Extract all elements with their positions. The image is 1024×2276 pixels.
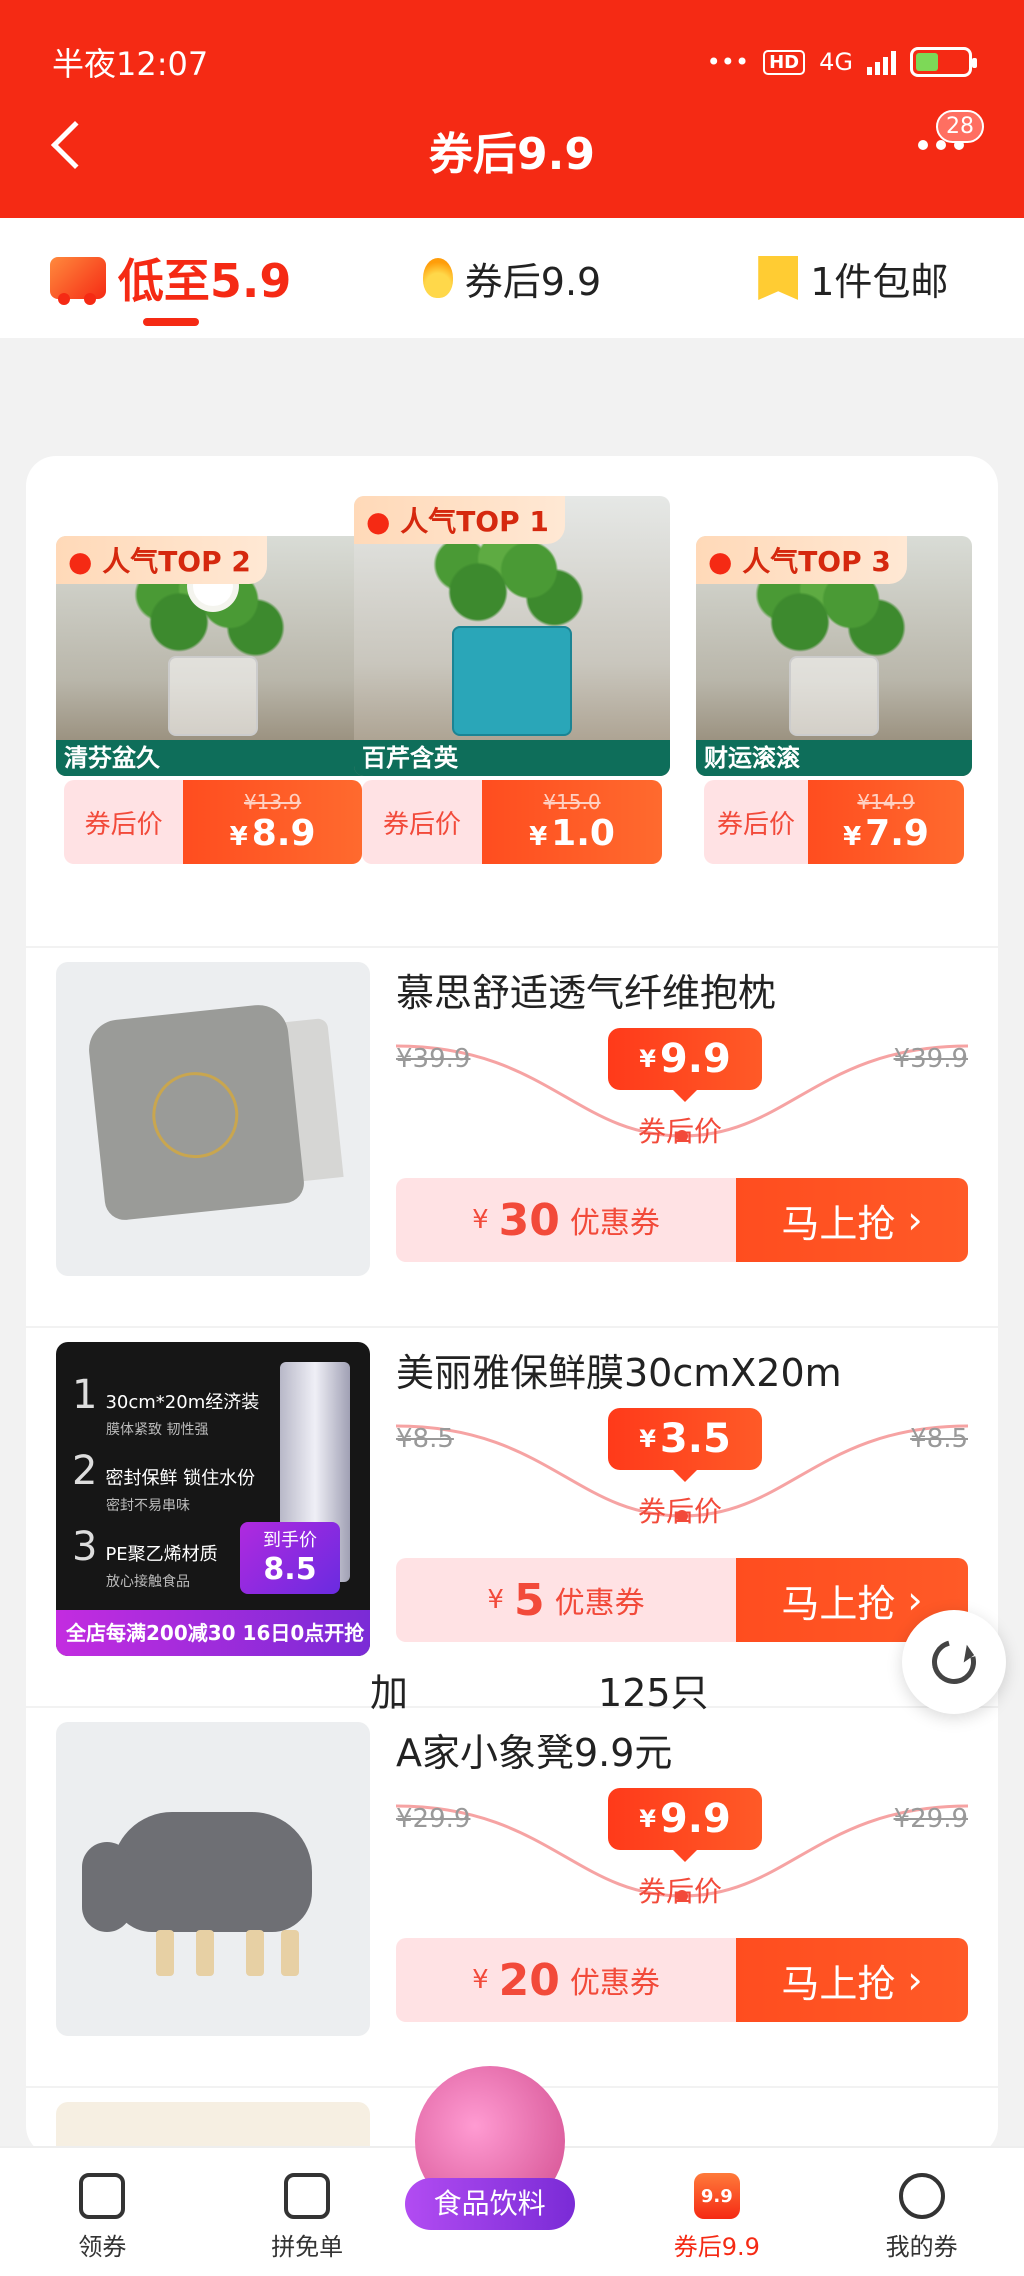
chevron-right-icon: › <box>907 1958 923 2002</box>
chevron-right-icon: › <box>907 1578 923 1622</box>
message-count-badge: 28 <box>936 110 984 143</box>
network-label: 4G <box>819 48 853 76</box>
elephant-stool-image <box>82 1812 312 1932</box>
top-picks: 清芬盆久 ● 人气TOP 2 券后价 ¥13.9 ¥8.9 百芹含英 ● 人气T… <box>26 456 998 906</box>
price-value: ¥13.9 ¥8.9 <box>183 780 362 864</box>
old-price: ¥14.9 <box>857 790 915 814</box>
nav-item-food-drink[interactable]: 食品饮料 <box>404 2066 615 2276</box>
product-title-partial: 加 125只 <box>370 1671 709 1715</box>
coupon-row: ¥5 优惠券 马上抢 › <box>396 1558 968 1642</box>
coupon-row: ¥20 优惠券 马上抢 › <box>396 1938 968 2022</box>
product-name-strip: 清芬盆久 <box>56 740 370 776</box>
product-row[interactable]: A家小象凳9.9元 ¥29.9 ¥29.9 ¥9.9 券后价 ¥20 优惠券 马上… <box>26 1706 998 2086</box>
nav-item-free-order[interactable]: 拼免单 <box>205 2148 410 2276</box>
old-price: ¥13.9 <box>243 790 302 814</box>
hd-icon: HD <box>763 49 806 75</box>
product-image: 1 30cm*20m经济装 膜体紧致 韧性强 2 密封保鲜 锁住水份 密封不易串味 3P… <box>56 1342 370 1656</box>
product-title: 慕思舒适透气纤维抱枕 <box>396 971 777 1015</box>
signal-icon <box>867 49 896 75</box>
promo-bar: 全店每满200减30 16日0点开抢 <box>56 1610 370 1656</box>
chevron-right-icon: › <box>907 1198 923 1242</box>
after-coupon-label: 券后价 <box>64 780 184 864</box>
product-title: A家小象凳9.9元 <box>396 1731 673 1775</box>
tab-label: 1件包邮 <box>810 259 949 304</box>
star-flag-icon <box>758 256 799 300</box>
status-icons: ••• HD 4G <box>706 47 977 77</box>
after-coupon-label: 券后价 <box>704 780 808 864</box>
product-row[interactable]: 1 30cm*20m经济装 膜体紧致 韧性强 2 密封保鲜 锁住水份 密封不易串味 3P… <box>26 1326 998 1706</box>
top-pick-item[interactable]: 清芬盆久 ● 人气TOP 2 券后价 ¥13.9 ¥8.9 <box>56 536 370 906</box>
tab-low-price[interactable]: 低至5.9 <box>0 218 341 338</box>
product-image <box>56 1722 370 2036</box>
tab-label: 券后9.9 <box>464 259 602 304</box>
rank-badge: ● 人气TOP 3 <box>696 536 907 584</box>
coupon-row: ¥30 优惠券 马上抢 › <box>396 1178 968 1262</box>
tab-free-shipping[interactable]: 1件包邮 <box>683 218 1024 338</box>
truck-icon <box>49 257 106 305</box>
flame-icon: ● <box>708 545 733 578</box>
nav-item-coupons[interactable]: 领券 <box>0 2148 205 2276</box>
bottom-nav: 领券 拼免单 食品饮料 9.9 券后9.9 我的券 <box>0 2066 1024 2276</box>
flame-icon: ● <box>366 505 391 538</box>
tab-label: 低至5.9 <box>117 254 292 308</box>
grab-button[interactable]: 马上抢 › <box>736 1178 968 1262</box>
product-card-list: 清芬盆久 ● 人气TOP 2 券后价 ¥13.9 ¥8.9 百芹含英 ● 人气T… <box>26 456 998 2156</box>
price-bubble: ¥9.9 <box>608 1788 762 1862</box>
refresh-icon <box>923 1631 985 1693</box>
status-bar: 半夜12:07 ••• HD 4G <box>52 40 977 84</box>
grab-button[interactable]: 马上抢 › <box>736 1938 968 2022</box>
after-coupon-label: 券后价 <box>362 780 482 864</box>
battery-icon <box>910 47 977 77</box>
after-coupon-label: 券后价 <box>638 1875 723 1908</box>
price-row: 券后价 ¥15.0 ¥1.0 <box>362 780 662 864</box>
after-coupon-label: 券后价 <box>638 1115 723 1148</box>
price-value: ¥15.0 ¥1.0 <box>482 780 662 864</box>
price-value: ¥14.9 ¥7.9 <box>808 780 964 864</box>
old-price: ¥29.9 <box>893 1804 968 1834</box>
tab-after-coupon[interactable]: 券后9.9 <box>341 218 682 338</box>
coupon-icon <box>79 2173 126 2219</box>
price-bubble: ¥3.5 <box>608 1408 762 1482</box>
old-price: ¥39.9 <box>893 1044 968 1074</box>
app-header: 半夜12:07 ••• HD 4G 券后9.9 28 <box>0 0 1024 218</box>
pillow-image <box>86 1002 306 1222</box>
product-name-strip: 财运滚滚 <box>696 740 972 776</box>
top-pick-item[interactable]: 百芹含英 ● 人气TOP 1 券后价 ¥15.0 ¥1.0 <box>354 496 670 866</box>
nav-item-after-coupon[interactable]: 9.9 券后9.9 <box>614 2148 819 2276</box>
product-row[interactable]: 慕思舒适透气纤维抱枕 ¥39.9 ¥39.9 ¥9.9 券后价 ¥30 优惠券 马… <box>26 946 998 1326</box>
nine-nine-icon: 9.9 <box>693 2173 740 2219</box>
price-bubble: ¥9.9 <box>608 1028 762 1102</box>
price-row: 券后价 ¥14.9 ¥7.9 <box>704 780 964 864</box>
status-time: 半夜12:07 <box>52 45 209 83</box>
old-price: ¥8.5 <box>910 1424 968 1454</box>
product-name-strip: 百芹含英 <box>354 740 670 776</box>
nav-item-my-coupons[interactable]: 我的券 <box>819 2148 1024 2276</box>
page-title: 券后9.9 <box>429 129 595 180</box>
dots-icon: ••• <box>706 48 750 76</box>
price-tag: 到手价 8.5 <box>240 1522 340 1594</box>
refresh-button[interactable] <box>902 1610 1006 1714</box>
flame-icon <box>422 258 453 298</box>
price-row: 券后价 ¥13.9 ¥8.9 <box>64 780 362 864</box>
old-price: ¥8.5 <box>396 1424 454 1454</box>
old-price: ¥15.0 <box>543 790 601 814</box>
category-tabs: 低至5.9 券后9.9 1件包邮 <box>0 218 1024 338</box>
coupon-badge[interactable]: ¥20 优惠券 <box>396 1938 736 2022</box>
coupon-badge[interactable]: ¥30 优惠券 <box>396 1178 736 1262</box>
rank-badge: ● 人气TOP 2 <box>56 536 267 584</box>
coupon-badge[interactable]: ¥5 优惠券 <box>396 1558 736 1642</box>
product-title: 美丽雅保鲜膜30cmX20m <box>396 1351 842 1395</box>
top-pick-item[interactable]: 财运滚滚 ● 人气TOP 3 券后价 ¥14.9 ¥7.9 <box>696 536 972 906</box>
flame-icon: ● <box>68 545 93 578</box>
old-price: ¥39.9 <box>396 1044 471 1074</box>
rank-badge: ● 人气TOP 1 <box>354 496 565 544</box>
food-drink-promo[interactable]: 食品饮料 <box>404 2066 575 2236</box>
smile-icon <box>898 2173 945 2219</box>
free-order-icon <box>284 2173 331 2219</box>
old-price: ¥29.9 <box>396 1804 471 1834</box>
product-image <box>56 962 370 1276</box>
after-coupon-label: 券后价 <box>638 1495 723 1528</box>
